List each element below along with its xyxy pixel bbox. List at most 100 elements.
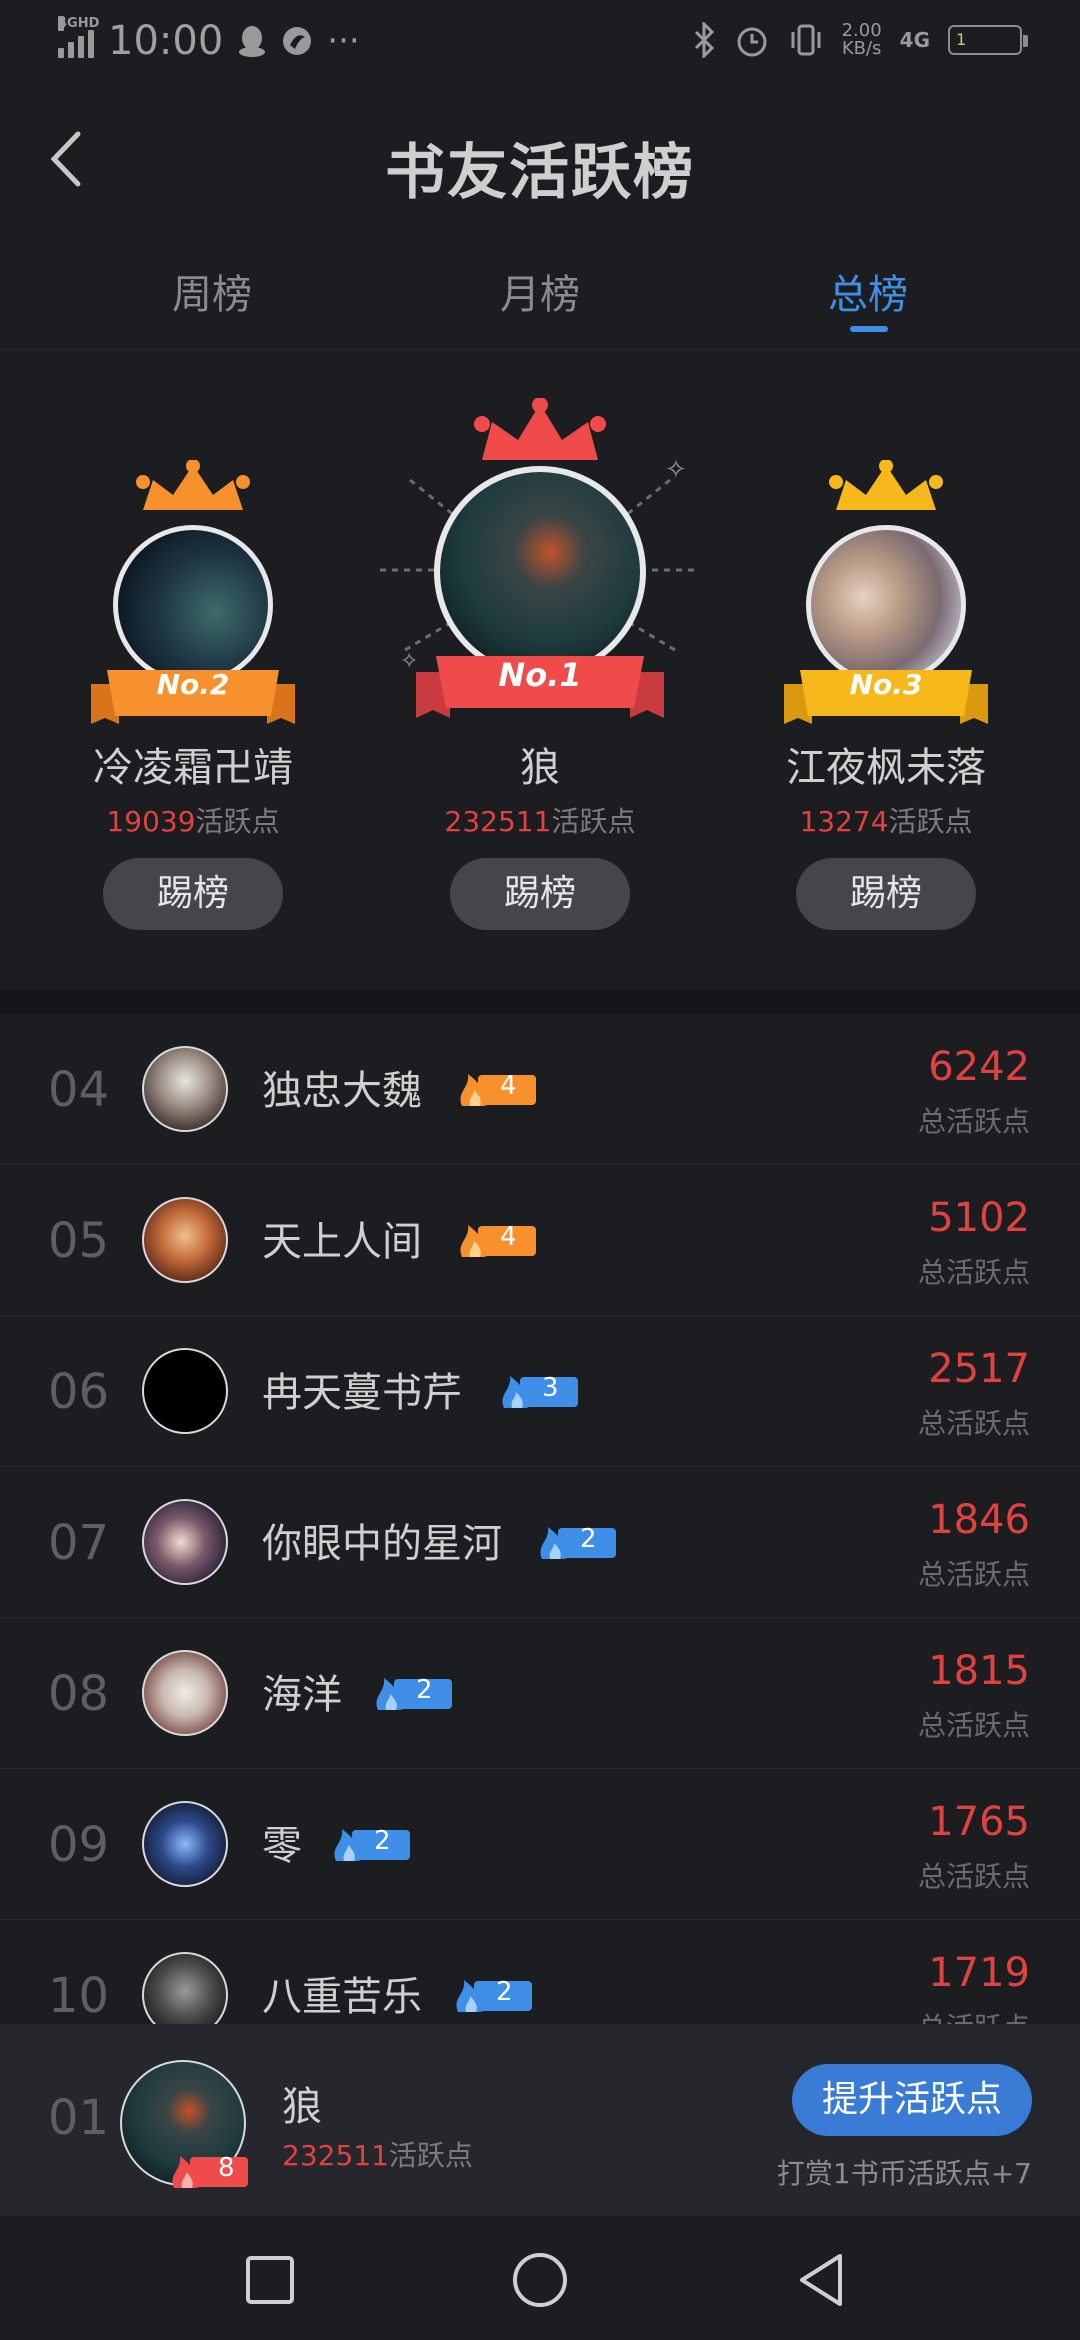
podium-second-score-value: 19039 (106, 805, 196, 838)
user-name: 你眼中的星河 (262, 1521, 502, 1567)
avatar[interactable] (142, 1952, 228, 2024)
tab-total[interactable]: 总榜 (768, 262, 968, 320)
rank-number: 07 (48, 1515, 110, 1571)
level-badge: 4 (458, 1070, 538, 1108)
level-value: 2 (580, 1524, 597, 1554)
tab-indicator (850, 326, 888, 332)
flame-icon (460, 1225, 536, 1257)
user-name: 八重苦乐 (262, 1974, 422, 2020)
podium-first-score: 232511活跃点 (390, 800, 690, 840)
list-item[interactable]: 08 海洋 2 1815 总活跃点 (0, 1618, 1080, 1769)
tab-monthly[interactable]: 月榜 (440, 262, 640, 320)
score-label: 总活跃点 (917, 1256, 1030, 1289)
list-item[interactable]: 07 你眼中的星河 2 1846 总活跃点 (0, 1467, 1080, 1618)
score-value: 1765 (928, 1799, 1030, 1845)
boost-tip: 打赏1书币活跃点+7 (776, 2157, 1032, 2190)
flame-icon (456, 1980, 532, 2012)
user-name: 独忠大魏 (262, 1068, 422, 1114)
qq-icon (239, 26, 266, 57)
score-value: 1719 (928, 1950, 1030, 1996)
flame-icon (376, 1678, 452, 1710)
avatar[interactable] (142, 1348, 228, 1434)
podium-third-badge: No.3 (849, 668, 923, 701)
score-label: 总活跃点 (917, 1709, 1030, 1742)
bluetooth-icon (694, 22, 714, 58)
score-label: 总活跃点 (917, 1558, 1030, 1591)
podium-third-name: 江夜枫未落 (786, 745, 986, 791)
user-name: 天上人间 (262, 1219, 422, 1265)
podium-second-score: 19039活跃点 (43, 800, 343, 840)
battery-level: 1 (956, 30, 967, 49)
avatar[interactable] (142, 1046, 228, 1132)
my-rank-number: 01 (48, 2090, 110, 2146)
tab-weekly[interactable]: 周榜 (112, 262, 312, 320)
header: 书友活跃榜 (0, 84, 1080, 234)
score-label: 总活跃点 (918, 2006, 1030, 2024)
user-name: 冉天蔓书芹 (262, 1370, 462, 1416)
score-value: 6242 (928, 1044, 1030, 1090)
avatar[interactable] (142, 1650, 228, 1736)
my-level-value: 8 (218, 2153, 235, 2183)
score-label: 总活跃点 (917, 1407, 1030, 1440)
home-icon[interactable] (510, 2250, 570, 2310)
list-item[interactable]: 06 冉天蔓书芹 3 2517 总活跃点 (0, 1316, 1080, 1467)
level-badge: 2 (332, 1825, 412, 1863)
podium-third-score-value: 13274 (799, 805, 889, 838)
level-value: 2 (496, 1977, 513, 2007)
vibrate-icon (791, 24, 821, 56)
level-value: 2 (416, 1675, 433, 1705)
level-badge: 2 (374, 1674, 454, 1712)
podium-first-badge: No.1 (498, 656, 582, 694)
recent-apps-icon[interactable] (240, 2250, 300, 2310)
browser-icon (283, 27, 312, 55)
list-item[interactable]: 10 八重苦乐 2 1719 总活跃点 (0, 1920, 1080, 2024)
level-value: 2 (374, 1826, 391, 1856)
podium-second-score-unit: 活跃点 (195, 805, 280, 838)
crown-silver-icon (136, 460, 250, 510)
avatar[interactable] (142, 1197, 228, 1283)
podium-first-kick-button[interactable]: 踢榜 (450, 858, 630, 930)
rank-number: 05 (48, 1213, 110, 1269)
score-value: 5102 (928, 1195, 1030, 1241)
crown-gold-icon (829, 460, 943, 510)
avatar[interactable] (142, 1499, 228, 1585)
podium-first-name: 狼 (520, 745, 560, 791)
status-time: 10:00 (108, 18, 224, 64)
level-badge: 3 (500, 1372, 580, 1410)
podium-second-badge: No.2 (156, 668, 230, 701)
my-score: 232511活跃点 (282, 2134, 473, 2174)
podium: No.2 冷凌霜卍靖 19039活跃点 踢榜 ✧ ✧ No.1 狼 232511… (0, 350, 1080, 990)
svg-text:✧: ✧ (665, 455, 687, 485)
battery-icon: 1 (948, 25, 1028, 55)
podium-third-kick-button[interactable]: 踢榜 (796, 858, 976, 930)
user-name: 海洋 (262, 1672, 342, 1718)
alarm-icon (737, 27, 767, 57)
podium-second-kick-button[interactable]: 踢榜 (103, 858, 283, 930)
level-badge: 2 (454, 1976, 534, 2014)
podium-third-score-unit: 活跃点 (888, 805, 973, 838)
list-item[interactable]: 05 天上人间 4 5102 总活跃点 (0, 1165, 1080, 1316)
boost-activity-button[interactable]: 提升活跃点 (792, 2064, 1032, 2136)
rank-number: 10 (48, 1968, 110, 2024)
status-bar: 4GHD 10:00 ··· 2.00 KB/s 4G 1 (0, 0, 1080, 84)
level-value: 4 (500, 1222, 517, 1252)
score-value: 2517 (928, 1346, 1030, 1392)
podium-second-name: 冷凌霜卍靖 (93, 745, 293, 791)
ranking-list[interactable]: 04 独忠大魏 4 6242 总活跃点 05 天上人间 4 5102 总活跃点 … (0, 1014, 1080, 2024)
rank-number: 06 (48, 1364, 110, 1420)
speed-unit: KB/s (841, 38, 882, 59)
rank-number: 04 (48, 1062, 110, 1118)
list-item[interactable]: 09 零 2 1765 总活跃点 (0, 1769, 1080, 1920)
list-item[interactable]: 04 独忠大魏 4 6242 总活跃点 (0, 1014, 1080, 1165)
flame-icon (334, 1829, 410, 1861)
avatar[interactable] (142, 1801, 228, 1887)
more-icon: ··· (327, 21, 360, 61)
system-nav-bar (0, 2216, 1080, 2340)
back-nav-icon[interactable] (792, 2250, 852, 2310)
podium-first-score-value: 232511 (444, 805, 552, 838)
my-score-value: 232511 (282, 2139, 389, 2172)
network-label: 4GHD (58, 16, 100, 31)
section-divider (0, 990, 1080, 1014)
my-level-badge: 8 (170, 2152, 250, 2190)
signal-icon: 4GHD (58, 16, 99, 58)
